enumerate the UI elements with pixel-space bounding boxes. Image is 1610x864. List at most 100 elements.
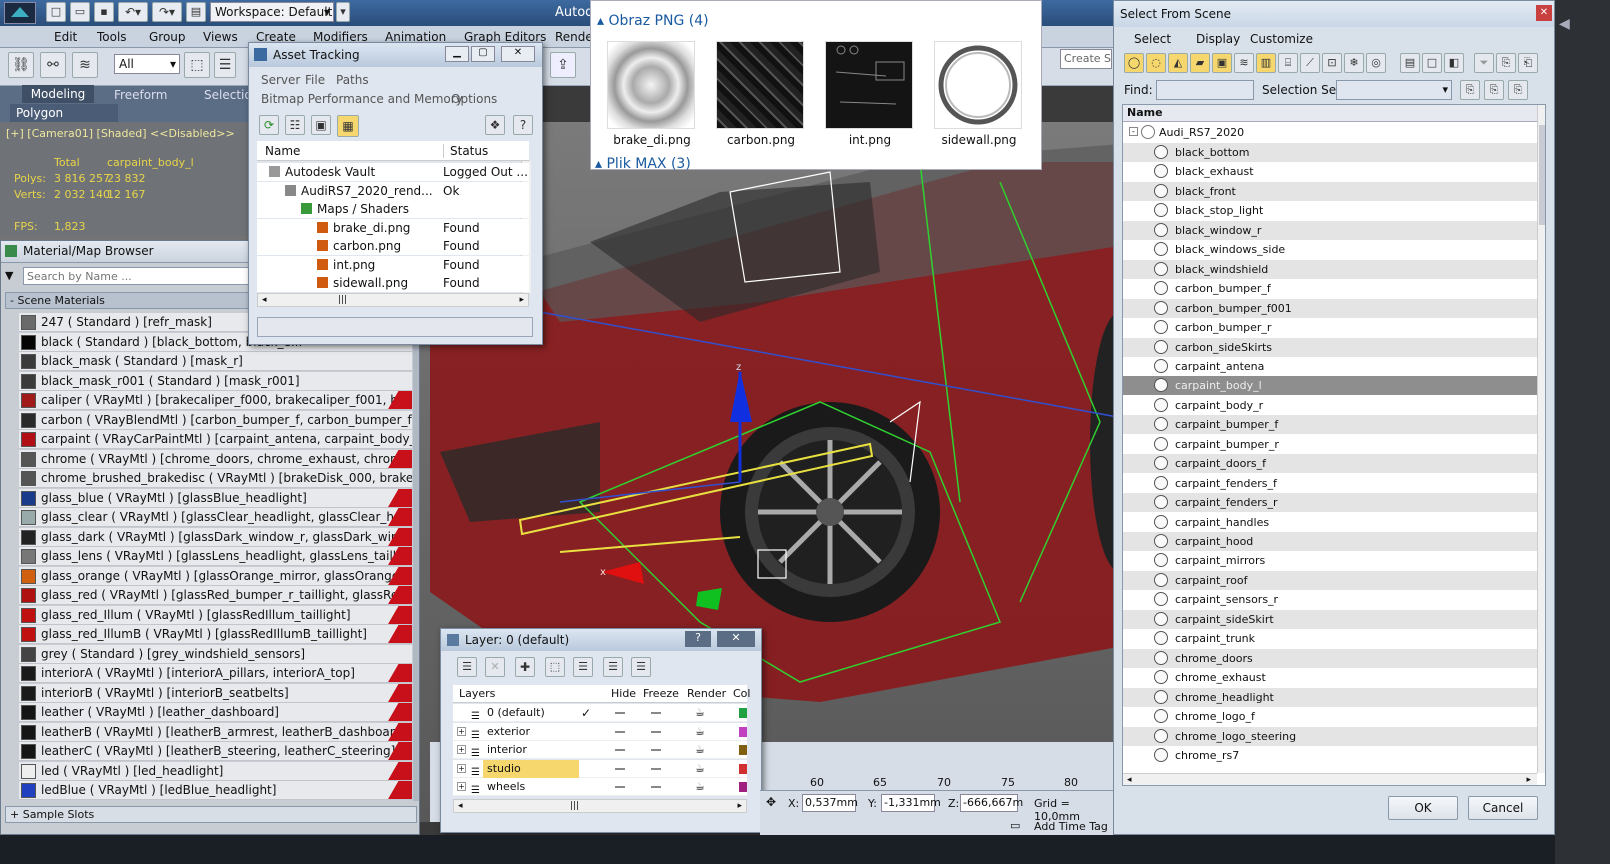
layer-row[interactable]: + ☰ interior ☕ xyxy=(453,741,747,759)
sfs-menu-display[interactable]: Display xyxy=(1196,32,1240,46)
scene-object-row[interactable]: carpaint_roof xyxy=(1123,570,1537,590)
scene-object-row[interactable]: black_exhaust xyxy=(1123,162,1537,181)
material-row[interactable]: grey ( Standard ) [grey_windshield_senso… xyxy=(19,644,412,664)
add-time-tag-button[interactable]: Add Time Tag xyxy=(1034,820,1108,833)
filter-bones-icon[interactable]: ⟋ xyxy=(1300,53,1320,73)
material-row[interactable]: carbon ( VRayBlendMtl ) [carbon_bumper_f… xyxy=(19,410,412,430)
scene-object-row[interactable]: chrome_logo_f xyxy=(1123,707,1537,726)
select-dependents-icon[interactable]: ⎗ xyxy=(1518,53,1538,73)
hide-toggle[interactable] xyxy=(615,767,625,770)
scene-object-row[interactable]: carpaint_fenders_f xyxy=(1123,474,1537,493)
link-icon[interactable]: ⛓ xyxy=(8,52,34,78)
render-teapot-icon[interactable]: ☕ xyxy=(695,741,705,759)
layer-row[interactable]: + ☰ wheels ☕ xyxy=(453,778,747,796)
scene-object-row[interactable]: black_windshield xyxy=(1123,259,1537,279)
material-row[interactable]: glass_red_Illum ( VRayMtl ) [glassRedIll… xyxy=(19,605,412,625)
render-teapot-icon[interactable]: ☕ xyxy=(695,760,705,778)
sfs-vscrollbar[interactable] xyxy=(1537,105,1545,773)
sfs-menu-customize[interactable]: Customize xyxy=(1250,32,1313,46)
asset-row[interactable]: brake_di.png Found xyxy=(257,218,529,237)
scene-object-row[interactable]: carpaint_bumper_r xyxy=(1123,435,1537,454)
project-folder-icon[interactable]: ▤ xyxy=(186,2,206,22)
material-row[interactable]: black_mask ( Standard ) [mask_r] xyxy=(19,352,412,371)
layer-row[interactable]: + ☰ studio ☕ xyxy=(453,759,747,778)
workspace-dropdown[interactable]: Workspace: Default ▾ xyxy=(210,2,334,22)
scene-object-row[interactable]: carpaint_bumper_f xyxy=(1123,415,1537,435)
delete-layer-icon[interactable]: ✕ xyxy=(485,657,505,677)
asset-menu-options[interactable]: Options xyxy=(451,92,497,106)
ribbon-tab-freeform[interactable]: Freeform xyxy=(114,86,167,104)
remove-from-selection-set-icon[interactable]: ⎘ xyxy=(1508,80,1528,100)
layer-title-bar[interactable]: Layer: 0 (default) ? ✕ xyxy=(441,629,761,651)
asset-row[interactable]: int.png Found xyxy=(257,255,529,274)
viewport-label[interactable]: [+] [Camera01] [Shaded] <<Disabled>> xyxy=(6,127,235,140)
material-row[interactable]: glass_lens ( VRayMtl ) [glassLens_headli… xyxy=(19,547,412,566)
unlink-icon[interactable]: ⚯ xyxy=(40,52,66,78)
material-row[interactable]: chrome_brushed_brakedisc ( VRayMtl ) [br… xyxy=(19,469,412,488)
scene-object-row[interactable]: black_bottom xyxy=(1123,143,1537,162)
sample-slots-header[interactable]: + Sample Slots xyxy=(5,806,417,823)
thumbnail-brake-di[interactable] xyxy=(607,41,695,129)
scene-object-row[interactable]: carpaint_doors_f xyxy=(1123,454,1537,474)
redo-icon[interactable]: ↷▾ xyxy=(152,2,182,22)
layer-color-swatch[interactable] xyxy=(739,782,747,792)
render-teapot-icon[interactable]: ☕ xyxy=(695,723,705,741)
scene-object-row[interactable]: carbon_sideSkirts xyxy=(1123,337,1537,357)
filter-cameras-icon[interactable]: ▰ xyxy=(1190,53,1210,73)
highlight-layer-icon[interactable]: ☰ xyxy=(573,657,593,677)
asset-menu-paths[interactable]: Paths xyxy=(336,73,369,87)
layer-color-swatch[interactable] xyxy=(739,763,747,774)
sfs-col-name[interactable]: Name xyxy=(1123,105,1545,122)
maximize-icon[interactable]: ▢ xyxy=(471,46,495,62)
hide-all-layers-icon[interactable]: ☰ xyxy=(603,657,623,677)
asset-col-name[interactable]: Name xyxy=(265,144,300,158)
filter-geometry-icon[interactable]: ◯ xyxy=(1124,53,1144,73)
filter-lights-icon[interactable]: ◭ xyxy=(1168,53,1188,73)
filter-helpers-icon[interactable]: ▣ xyxy=(1212,53,1232,73)
asset-row[interactable]: carbon.png Found xyxy=(257,237,529,255)
filter-hidden-icon[interactable]: ◎ xyxy=(1366,53,1386,73)
ribbon-panel-polygon-modeling[interactable]: Polygon Modeling xyxy=(10,104,118,138)
layer-col-layers[interactable]: Layers xyxy=(459,685,495,702)
material-row[interactable]: glass_orange ( VRayMtl ) [glassOrange_mi… xyxy=(19,566,412,586)
undo-icon[interactable]: ↶▾ xyxy=(118,2,148,22)
menu-edit[interactable]: Edit xyxy=(54,30,77,44)
coord-y-field[interactable]: -1,331mm xyxy=(881,794,941,812)
material-row[interactable]: chrome ( VRayMtl ) [chrome_doors, chrome… xyxy=(19,449,412,469)
hide-toggle[interactable] xyxy=(615,712,625,714)
material-row[interactable]: glass_clear ( VRayMtl ) [glassClear_head… xyxy=(19,508,412,527)
asset-hscrollbar[interactable]: ◂ ||| ▸ xyxy=(257,293,529,307)
sfs-menu-select[interactable]: Select xyxy=(1134,32,1171,46)
freeze-toggle[interactable] xyxy=(651,767,661,770)
png-group-header[interactable]: ▴ Obraz PNG (4) xyxy=(597,13,709,29)
close-icon[interactable]: ✕ xyxy=(717,631,755,647)
material-row[interactable]: interiorB ( VRayMtl ) [interiorB_seatbel… xyxy=(19,683,412,703)
scene-object-row[interactable]: black_front xyxy=(1123,181,1537,201)
expand-icon[interactable]: + xyxy=(457,782,466,791)
filter-spacewarps-icon[interactable]: ≋ xyxy=(1234,53,1254,73)
layer-col-hide[interactable]: Hide xyxy=(611,685,636,702)
freeze-toggle[interactable] xyxy=(651,786,661,788)
layer-color-swatch[interactable] xyxy=(739,745,747,755)
table-view-icon[interactable]: ▦ xyxy=(337,115,359,137)
render-teapot-icon[interactable]: ☕ xyxy=(695,778,705,796)
transform-mode-icon[interactable]: ✥ xyxy=(766,795,776,809)
vault-help-icon[interactable]: ❖ xyxy=(485,115,505,135)
scene-object-row[interactable]: carbon_bumper_f001 xyxy=(1123,298,1537,318)
scene-object-row[interactable]: chrome_rs7 xyxy=(1123,746,1537,765)
filter-frozen-icon[interactable]: ❄ xyxy=(1344,53,1364,73)
asset-menu-server[interactable]: Server xyxy=(261,73,300,87)
filter-groups-icon[interactable]: ▥ xyxy=(1256,53,1276,73)
material-row[interactable]: leatherC ( VRayMtl ) [leatherB_steering,… xyxy=(19,742,412,761)
display-none-icon[interactable]: □ xyxy=(1422,53,1442,73)
scene-object-row[interactable]: carpaint_body_r xyxy=(1123,396,1537,415)
save-icon[interactable]: ▪ xyxy=(94,2,114,22)
new-file-icon[interactable]: □ xyxy=(46,2,66,22)
help-icon[interactable]: ? xyxy=(513,115,533,135)
list-view-icon[interactable]: ☷ xyxy=(285,115,305,135)
sfs-find-input[interactable] xyxy=(1156,80,1254,100)
material-row[interactable]: interiorA ( VRayMtl ) [interiorA_pillars… xyxy=(19,664,412,683)
freeze-all-layers-icon[interactable]: ☰ xyxy=(631,657,651,677)
scene-object-row[interactable]: carbon_bumper_f xyxy=(1123,279,1537,298)
scene-object-row[interactable]: carpaint_fenders_r xyxy=(1123,493,1537,513)
